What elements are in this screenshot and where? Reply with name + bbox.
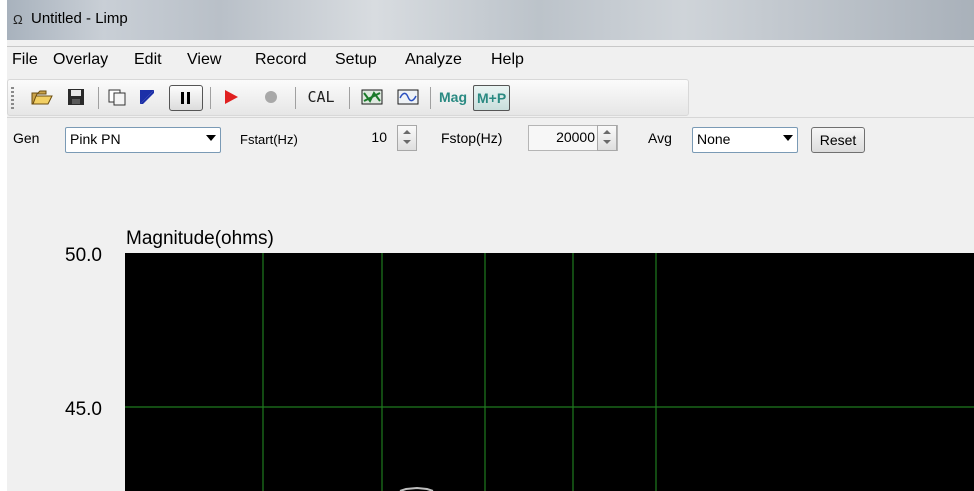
open-folder-icon: [31, 90, 53, 105]
menu-help[interactable]: Help: [491, 51, 524, 69]
toolbar-separator: [349, 87, 350, 109]
window-title: Untitled - Limp: [31, 10, 128, 27]
fstart-spinner[interactable]: 10: [325, 125, 417, 151]
gen-label: Gen: [13, 130, 40, 146]
mag-button[interactable]: Mag: [436, 84, 470, 110]
menu-file[interactable]: File: [12, 51, 38, 69]
pause-icon: [181, 92, 190, 104]
menu-bar: File Overlay Edit View Record Setup Anal…: [7, 46, 974, 75]
fstart-value[interactable]: 10: [371, 129, 387, 145]
fstop-spinner[interactable]: 20000: [528, 125, 618, 151]
menu-record[interactable]: Record: [255, 51, 307, 69]
overlay-button[interactable]: [358, 84, 386, 110]
menu-edit[interactable]: Edit: [134, 51, 162, 69]
title-bar: Ω Untitled - Limp: [7, 0, 974, 40]
toolbar-grip[interactable]: [11, 87, 14, 109]
dropdown-arrow-icon: [783, 135, 793, 141]
record-dot-icon: [265, 91, 277, 103]
reset-button[interactable]: Reset: [811, 127, 865, 153]
avg-label: Avg: [648, 130, 672, 146]
pause-button[interactable]: [169, 85, 203, 111]
toolbar-separator: [98, 87, 99, 109]
fstart-label: Fstart(Hz): [240, 132, 298, 147]
gen-select-value: Pink PN: [70, 131, 121, 147]
play-icon: [225, 90, 238, 104]
toolbar-separator: [430, 87, 431, 109]
toolbar: CAL Mag M+P: [7, 76, 974, 116]
toolbar-separator: [210, 87, 211, 109]
spinner-arrows-icon[interactable]: [397, 125, 417, 151]
spin-up-icon[interactable]: [603, 130, 611, 134]
menu-overlay[interactable]: Overlay: [53, 51, 108, 69]
waveform-icon: [397, 89, 419, 105]
waveform-button[interactable]: [394, 84, 422, 110]
marker-triangle-icon: [140, 90, 154, 104]
cal-button[interactable]: CAL: [303, 84, 339, 110]
menu-analyze[interactable]: Analyze: [405, 51, 462, 69]
y-tick-label: 50.0: [65, 245, 102, 266]
menu-view[interactable]: View: [187, 51, 221, 69]
avg-select-value: None: [697, 131, 731, 147]
open-button[interactable]: [28, 84, 56, 110]
spin-up-icon[interactable]: [403, 130, 411, 134]
save-button[interactable]: [63, 84, 89, 110]
menu-setup[interactable]: Setup: [335, 51, 377, 69]
toolbar-separator: [295, 87, 296, 109]
dropdown-arrow-icon: [206, 135, 216, 141]
mp-button[interactable]: M+P: [473, 85, 511, 111]
marker-button[interactable]: [134, 84, 160, 110]
play-button[interactable]: [218, 84, 244, 110]
plot-svg: [125, 253, 974, 491]
spin-down-icon[interactable]: [603, 140, 611, 144]
spin-down-icon[interactable]: [403, 140, 411, 144]
copy-button[interactable]: [104, 84, 130, 110]
fstop-label: Fstop(Hz): [441, 130, 503, 146]
control-bar: Gen Pink PN Fstart(Hz) 10 Fstop(Hz) 2000…: [7, 117, 974, 161]
y-tick-label: 45.0: [65, 399, 102, 420]
app-window: Ω Untitled - Limp File Overlay Edit View…: [7, 0, 974, 491]
plot-canvas[interactable]: [125, 253, 974, 491]
copy-icon: [108, 89, 126, 106]
record-button[interactable]: [258, 84, 284, 110]
fstop-value[interactable]: 20000: [556, 129, 595, 145]
omega-icon[interactable]: Ω: [13, 12, 23, 27]
chart-title: Magnitude(ohms): [126, 228, 274, 249]
toolbar-strip: CAL Mag M+P: [7, 79, 689, 116]
overlay-chart-icon: [361, 89, 383, 105]
save-disk-icon: [68, 89, 84, 105]
avg-select[interactable]: None: [692, 127, 798, 153]
spinner-arrows-icon[interactable]: [597, 125, 617, 151]
gen-select[interactable]: Pink PN: [65, 127, 221, 153]
